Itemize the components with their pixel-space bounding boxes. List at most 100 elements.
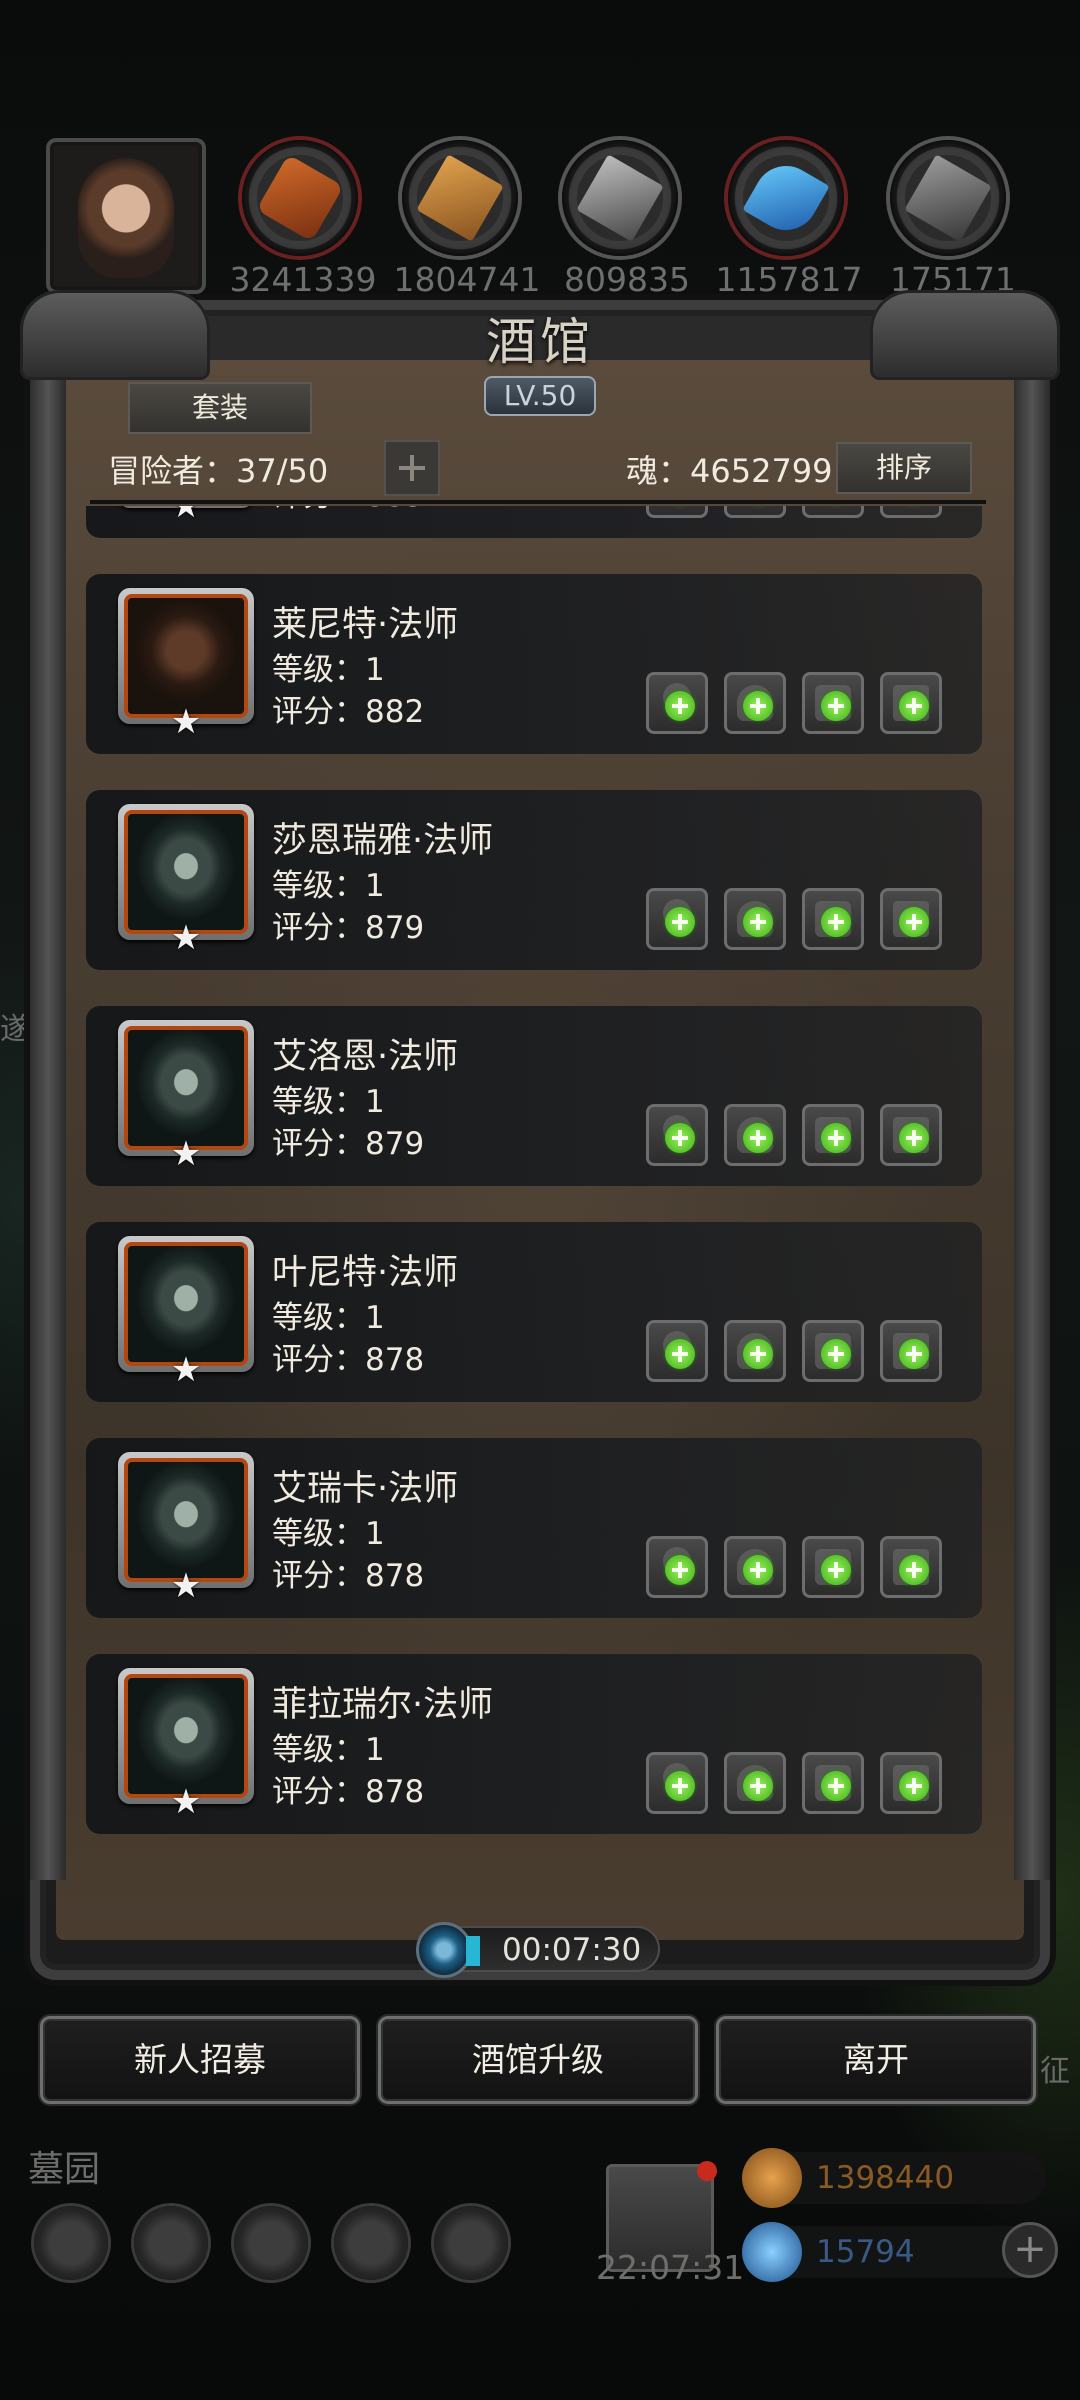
hero-card[interactable]: ★ 艾洛恩·法师 等级：1 评分：879 [86,1006,982,1186]
hero-score: 评分：882 [272,694,425,730]
hero-card[interactable]: ★ 叶尼特·法师 等级：1 评分：878 [86,1222,982,1402]
hero-portrait[interactable]: ★ [118,1452,254,1606]
weapon-slot[interactable] [646,506,708,518]
graveyard-label: 墓园 [28,2149,101,2190]
suit-button[interactable]: 套装 [128,382,312,434]
leave-button[interactable]: 离开 [716,2016,1036,2104]
add-equipment-icon [899,1339,929,1369]
accessory-slot[interactable] [802,1104,864,1166]
hero-level: 等级：1 [272,1516,385,1552]
wood-plank-count: 1804741 [393,260,541,299]
add-equipment-icon [665,691,695,721]
star-icon: ★ [170,1566,202,1606]
gem-icon [742,2222,802,2282]
relic-slot[interactable] [880,1104,942,1166]
hero-portrait[interactable]: ★ [118,1668,254,1822]
accessory-slot[interactable] [802,672,864,734]
adventurer-count: 冒险者：37/50 [108,452,329,490]
clock-time: 22:07:31 [596,2248,745,2287]
armor-slot[interactable] [724,1104,786,1166]
weapon-slot[interactable] [646,1320,708,1382]
relic-slot[interactable] [880,506,942,518]
add-equipment-icon [821,1339,851,1369]
panel-title: 酒馆 [486,313,594,371]
hero-card[interactable]: ★ 莎恩瑞雅·法师 等级：1 评分：879 [86,790,982,970]
crate-icon[interactable] [434,2206,508,2280]
weapon-slot[interactable] [646,672,708,734]
add-equipment-icon [821,1771,851,1801]
add-equipment-icon [743,1771,773,1801]
hero-portrait[interactable]: ★ [118,1236,254,1390]
gold-value: 1398440 [816,2160,955,2196]
hero-level: 等级：1 [272,868,385,904]
header-divider [90,500,986,504]
hero-portrait[interactable]: ★ [118,804,254,958]
copper-ore-icon[interactable] [242,140,358,256]
relic-slot[interactable] [880,672,942,734]
weapon-slot[interactable] [646,888,708,950]
relic-slot[interactable] [880,1536,942,1598]
star-icon: ★ [170,1782,202,1822]
armor-slot[interactable] [724,672,786,734]
star-icon: ★ [170,1350,202,1390]
weapon-slot[interactable] [646,1104,708,1166]
side-label-right: 征 [1040,2054,1070,2089]
accessory-slot[interactable] [802,1320,864,1382]
hero-list[interactable]: ★等级：1评分：883 ★莱尼特·法师等级：1评分：882 ★莎恩瑞雅·法师等级：1… [56,506,1024,1886]
hero-card[interactable]: ★等级：1评分：883 [86,506,982,538]
blue-crystal-icon[interactable] [728,140,844,256]
settings-icon[interactable] [34,2206,108,2280]
armor-slot[interactable] [724,506,786,518]
hero-level: 等级：1 [272,1732,385,1768]
dragon-ornament-left [20,290,210,380]
accessory-slot[interactable] [802,888,864,950]
hero-card[interactable]: ★ 艾瑞卡·法师 等级：1 评分：878 [86,1438,982,1618]
hero-portrait-image [124,810,248,934]
relic-slot[interactable] [880,1320,942,1382]
sort-button[interactable]: 排序 [836,442,972,494]
add-equipment-icon [665,1771,695,1801]
armor-slot[interactable] [724,1536,786,1598]
gold-counter: 1398440 [742,2148,1046,2208]
hero-portrait[interactable]: ★ [118,506,254,526]
add-equipment-icon [665,1123,695,1153]
mail-icon[interactable] [334,2206,408,2280]
soul-count: 魂：4652799 [626,452,833,490]
relic-slot[interactable] [880,1752,942,1814]
weapon-slot[interactable] [646,1536,708,1598]
accessory-slot[interactable] [802,506,864,518]
armor-slot[interactable] [724,1320,786,1382]
add-gems-button[interactable]: + [1002,2222,1058,2278]
gem-value: 15794 [816,2234,915,2270]
building-icon[interactable] [234,2206,308,2280]
hero-portrait-image [124,1026,248,1150]
timer-progress [466,1936,480,1966]
accessory-slot[interactable] [802,1536,864,1598]
recruit-button[interactable]: 新人招募 [40,2016,360,2104]
armor-slot[interactable] [724,1752,786,1814]
add-equipment-icon [899,1123,929,1153]
hero-portrait-image [124,1242,248,1366]
hero-name: 叶尼特·法师 [272,1253,459,1293]
hero-card[interactable]: ★ 菲拉瑞尔·法师 等级：1 评分：878 [86,1654,982,1834]
steel-ingot-icon[interactable] [890,140,1006,256]
wood-plank-icon[interactable] [402,140,518,256]
hero-portrait[interactable]: ★ [118,1020,254,1174]
star-icon: ★ [170,702,202,742]
add-equipment-icon [821,1555,851,1585]
copper-ore-count: 3241339 [229,260,377,299]
armor-slot[interactable] [724,888,786,950]
weapon-slot[interactable] [646,1752,708,1814]
iron-ingot-icon[interactable] [562,140,678,256]
add-equipment-icon [743,1339,773,1369]
accessory-slot[interactable] [802,1752,864,1814]
gold-coin-icon [742,2148,802,2208]
blue-crystal-count: 1157817 [715,260,863,299]
upgrade-tavern-button[interactable]: 酒馆升级 [378,2016,698,2104]
relic-slot[interactable] [880,888,942,950]
hero-card[interactable]: ★ 莱尼特·法师 等级：1 评分：882 [86,574,982,754]
add-slot-button[interactable] [384,440,440,496]
player-avatar[interactable] [46,138,206,294]
star-icon[interactable] [134,2206,208,2280]
hero-portrait[interactable]: ★ [118,588,254,742]
